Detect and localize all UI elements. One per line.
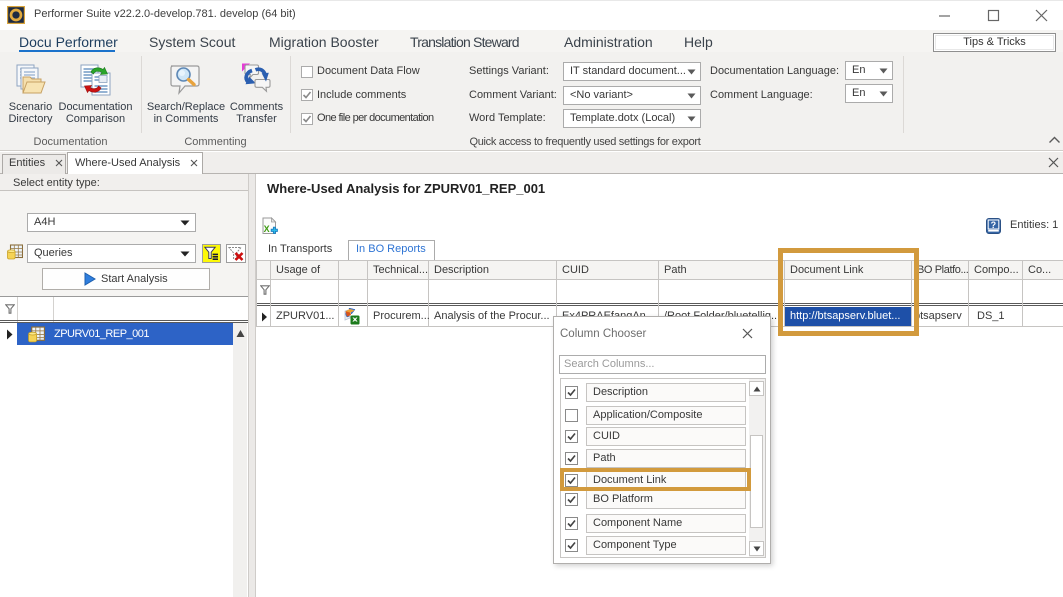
svg-text:X: X xyxy=(264,224,270,234)
svg-text:?: ? xyxy=(991,220,997,230)
